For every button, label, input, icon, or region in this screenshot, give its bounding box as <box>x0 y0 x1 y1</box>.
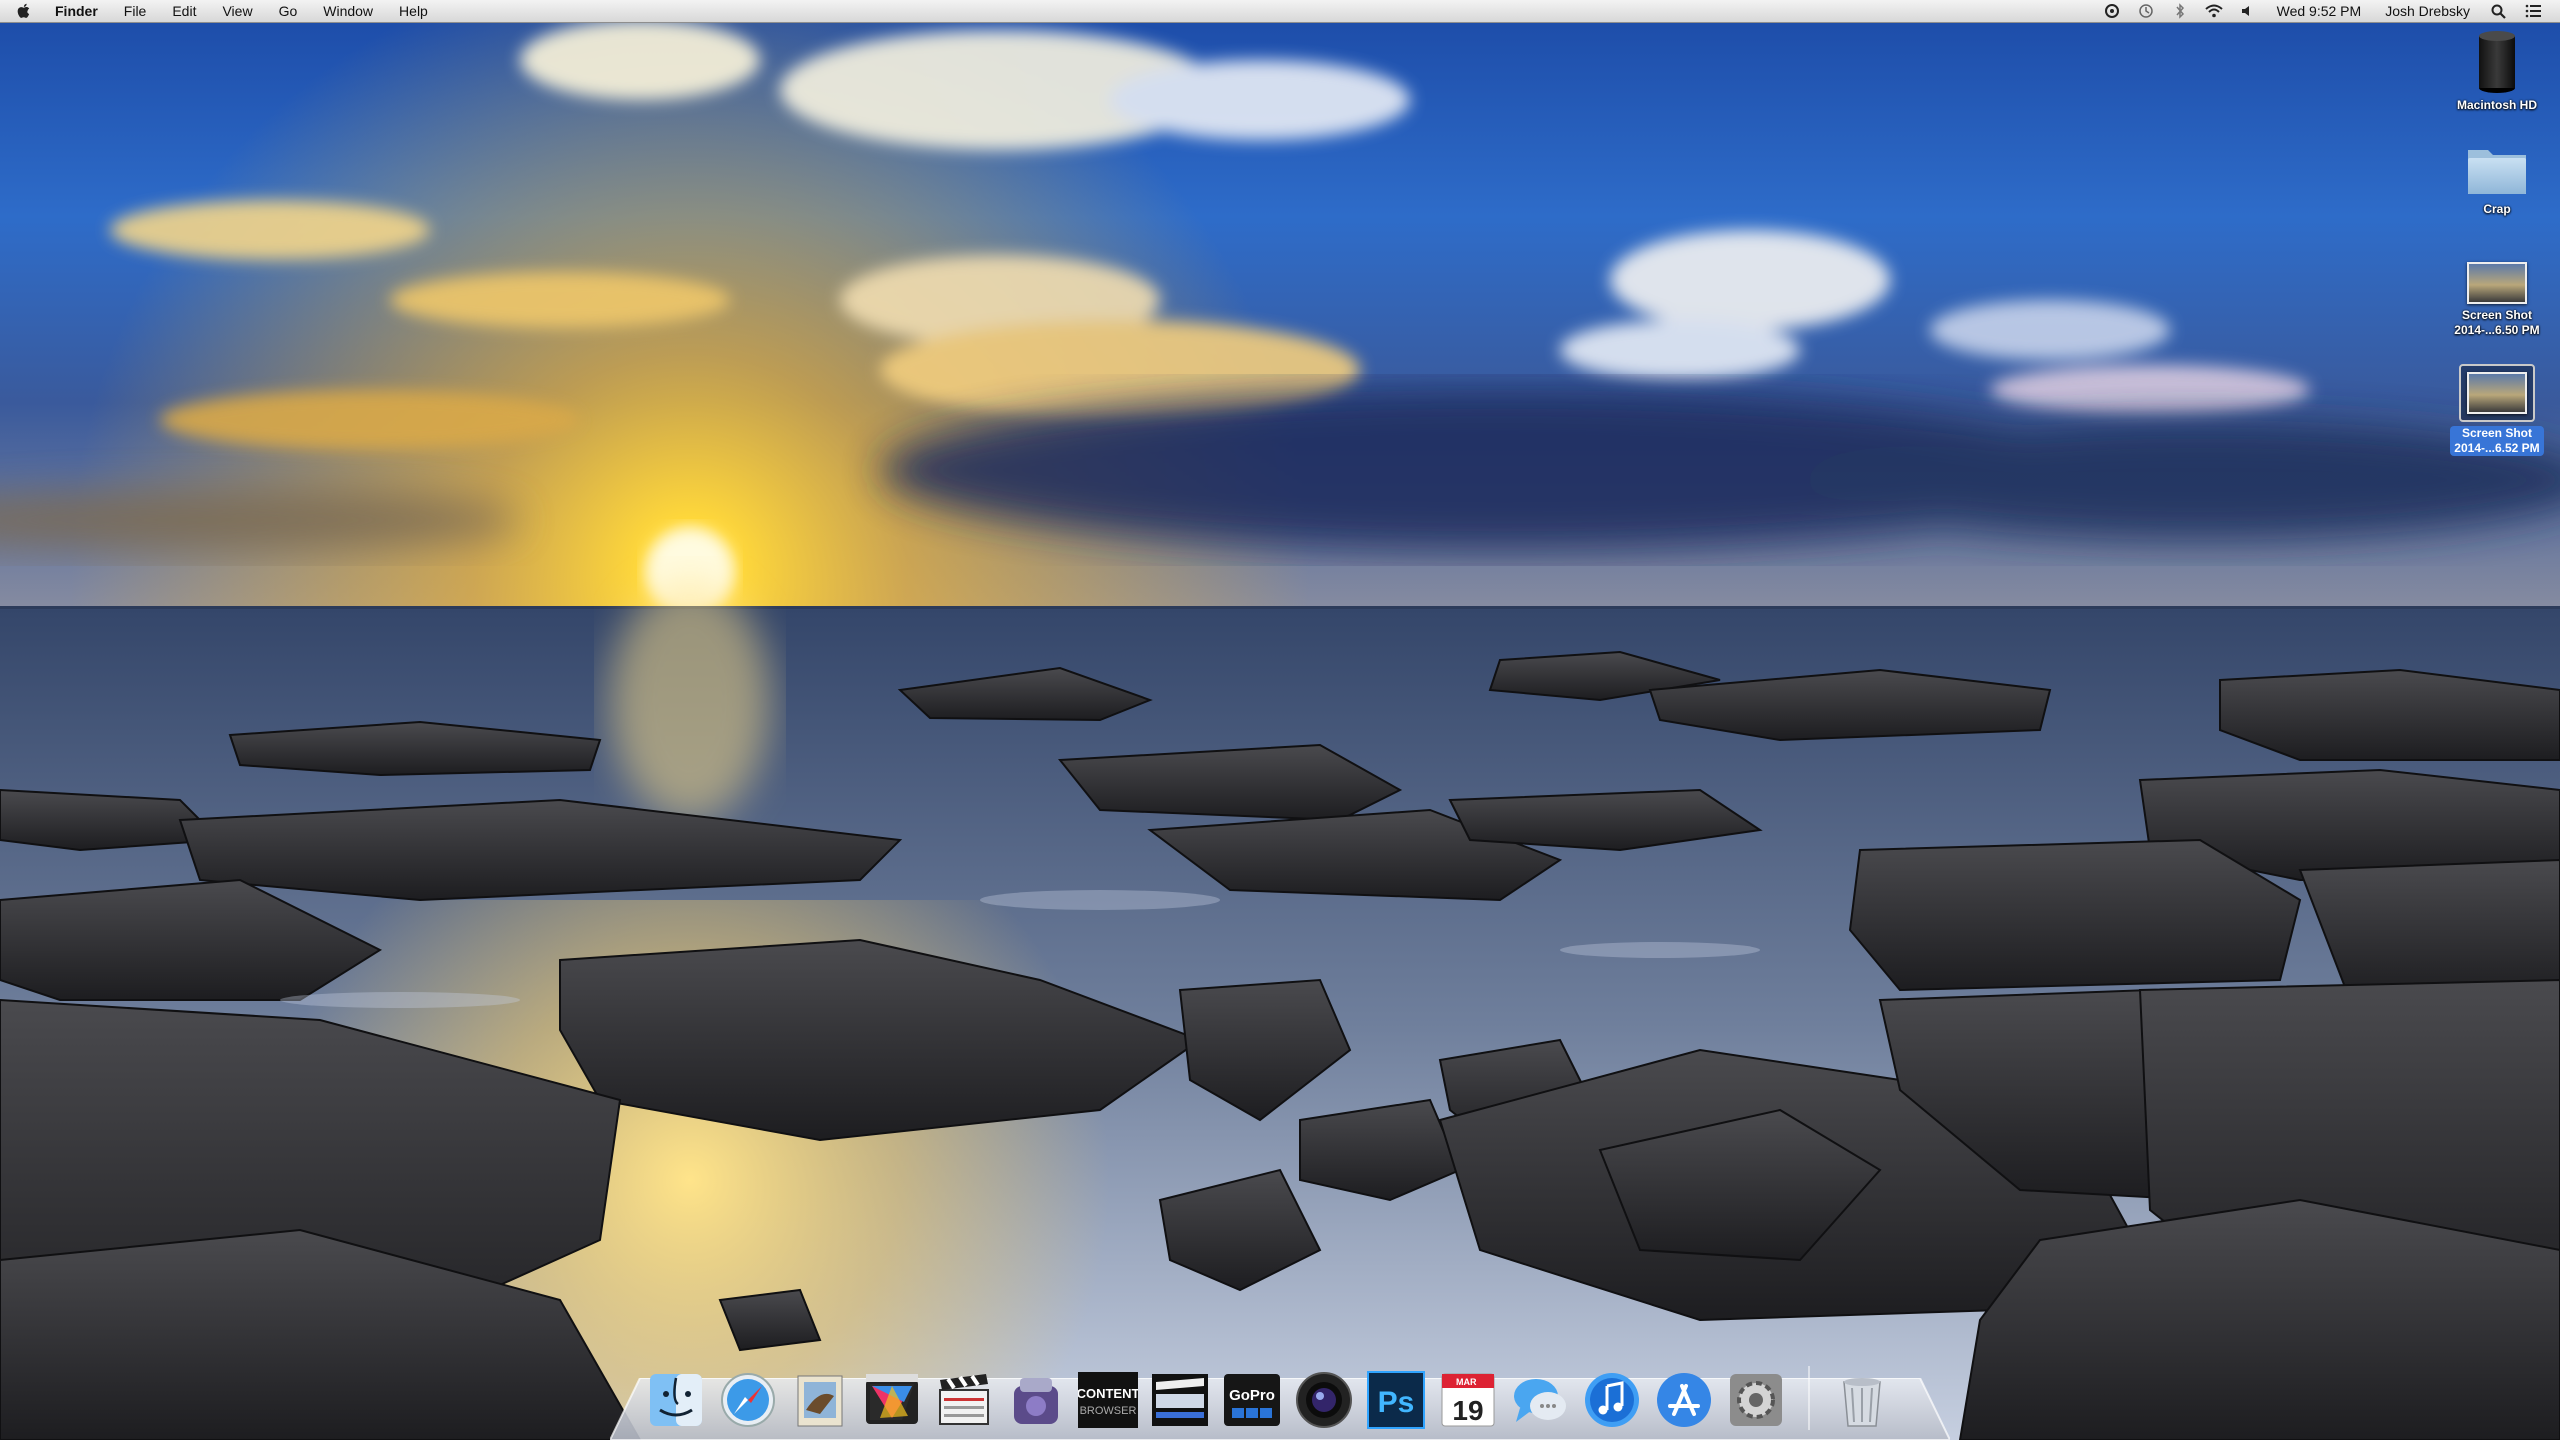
gopro-icon: GoPro <box>1224 1374 1280 1426</box>
dock-item-itunes[interactable] <box>1582 1370 1642 1430</box>
menu-help[interactable]: Help <box>386 0 441 22</box>
menu-view[interactable]: View <box>209 0 265 22</box>
dock-item-compressor[interactable] <box>1006 1370 1066 1430</box>
time-machine-icon[interactable] <box>2136 3 2156 19</box>
dock-item-messages[interactable] <box>1510 1370 1570 1430</box>
desktop-icon-screen-shot-652[interactable]: Screen Shot 2014-...6.52 PM <box>2437 364 2557 456</box>
content-browser-tile-line2: BROWSER <box>1080 1405 1137 1417</box>
desktop-icon-label: Screen Shot 2014-...6.50 PM <box>2450 308 2543 338</box>
finder-icon <box>650 1374 702 1426</box>
menu-edit[interactable]: Edit <box>159 0 209 22</box>
dock-item-clapperboard[interactable] <box>934 1370 994 1430</box>
folder-icon <box>2468 150 2526 194</box>
calendar-month: MAR <box>1456 1377 1477 1387</box>
desktop-icon-label: Screen Shot 2014-...6.52 PM <box>2450 426 2544 456</box>
clapperboard-icon <box>939 1374 989 1425</box>
compressor-icon <box>1014 1378 1058 1424</box>
bluetooth-icon[interactable] <box>2170 3 2190 19</box>
spotlight-icon[interactable] <box>2489 3 2509 19</box>
desktop-icon-subtitle: 2014-...6.52 PM <box>2454 441 2540 455</box>
desktop-icon-title: Screen Shot <box>2461 308 2532 322</box>
dock-item-app-store[interactable] <box>1654 1370 1714 1430</box>
dock: CONTENT BROWSER GoPro Ps MAR 19 <box>640 1350 1898 1430</box>
video-editor-icon <box>1152 1374 1208 1426</box>
trash-icon <box>1843 1378 1881 1427</box>
content-browser-icon: CONTENT BROWSER <box>1078 1372 1138 1428</box>
dock-item-content-browser[interactable]: CONTENT BROWSER <box>1078 1370 1138 1430</box>
desktop-icon-label: Macintosh HD <box>2456 98 2537 112</box>
notification-center-icon[interactable] <box>2523 3 2543 19</box>
photoshop-icon: Ps <box>1367 1371 1425 1429</box>
apple-menu-icon[interactable] <box>16 2 32 20</box>
menubar-user-name[interactable]: Josh Drebsky <box>2373 0 2482 22</box>
desktop-icon-label: Crap <box>2483 202 2511 216</box>
menu-go[interactable]: Go <box>266 0 311 22</box>
gopro-tile-text: GoPro <box>1229 1387 1275 1404</box>
safari-icon <box>721 1373 775 1427</box>
menu-app-finder[interactable]: Finder <box>42 0 111 22</box>
desktop-icon-subtitle: 2014-...6.50 PM <box>2454 323 2540 337</box>
screenshot-thumbnail <box>2459 364 2535 422</box>
content-browser-tile-line1: CONTENT <box>1078 1386 1138 1401</box>
dock-item-aperture[interactable] <box>1294 1370 1354 1430</box>
calendar-icon: MAR 19 <box>1441 1373 1495 1427</box>
dock-item-final-cut-pro[interactable] <box>862 1370 922 1430</box>
app-store-icon <box>1657 1373 1711 1427</box>
desktop-icon-crap-folder[interactable]: Crap <box>2437 142 2557 217</box>
system-preferences-icon <box>1730 1374 1782 1426</box>
mail-icon <box>797 1375 843 1427</box>
wifi-icon[interactable] <box>2204 3 2224 19</box>
dock-item-gopro[interactable]: GoPro <box>1222 1370 1282 1430</box>
itunes-icon <box>1585 1373 1639 1427</box>
volume-icon[interactable] <box>2238 3 2258 19</box>
desktop-icon-macintosh-hd[interactable]: Macintosh HD <box>2437 30 2557 113</box>
menu-bar: Finder File Edit View Go Window Help Wed… <box>0 0 2560 23</box>
photoshop-tile-text: Ps <box>1378 1386 1415 1419</box>
menu-window[interactable]: Window <box>310 0 386 22</box>
aperture-icon <box>1296 1372 1352 1428</box>
dock-item-photoshop[interactable]: Ps <box>1366 1370 1426 1430</box>
dock-item-safari[interactable] <box>718 1370 778 1430</box>
final-cut-pro-icon <box>866 1374 918 1424</box>
hard-drive-icon <box>2479 31 2515 93</box>
dock-item-mail[interactable] <box>790 1370 850 1430</box>
dock-item-trash[interactable] <box>1832 1370 1892 1430</box>
menu-file[interactable]: File <box>111 0 160 22</box>
dock-item-calendar[interactable]: MAR 19 <box>1438 1370 1498 1430</box>
desktop-icon-screen-shot-650[interactable]: Screen Shot 2014-...6.50 PM <box>2437 262 2557 338</box>
sync-icon[interactable] <box>2102 3 2122 19</box>
menubar-clock[interactable]: Wed 9:52 PM <box>2265 0 2374 22</box>
calendar-day: 19 <box>1452 1395 1483 1426</box>
dock-item-system-preferences[interactable] <box>1726 1370 1786 1430</box>
screenshot-thumbnail <box>2467 262 2527 304</box>
messages-icon <box>1514 1379 1566 1422</box>
dock-separator <box>1808 1366 1810 1430</box>
dock-item-video-editor[interactable] <box>1150 1370 1210 1430</box>
desktop-icon-title: Screen Shot <box>2461 426 2532 440</box>
desktop-wallpaper <box>0 0 2560 1440</box>
dock-item-finder[interactable] <box>646 1370 706 1430</box>
